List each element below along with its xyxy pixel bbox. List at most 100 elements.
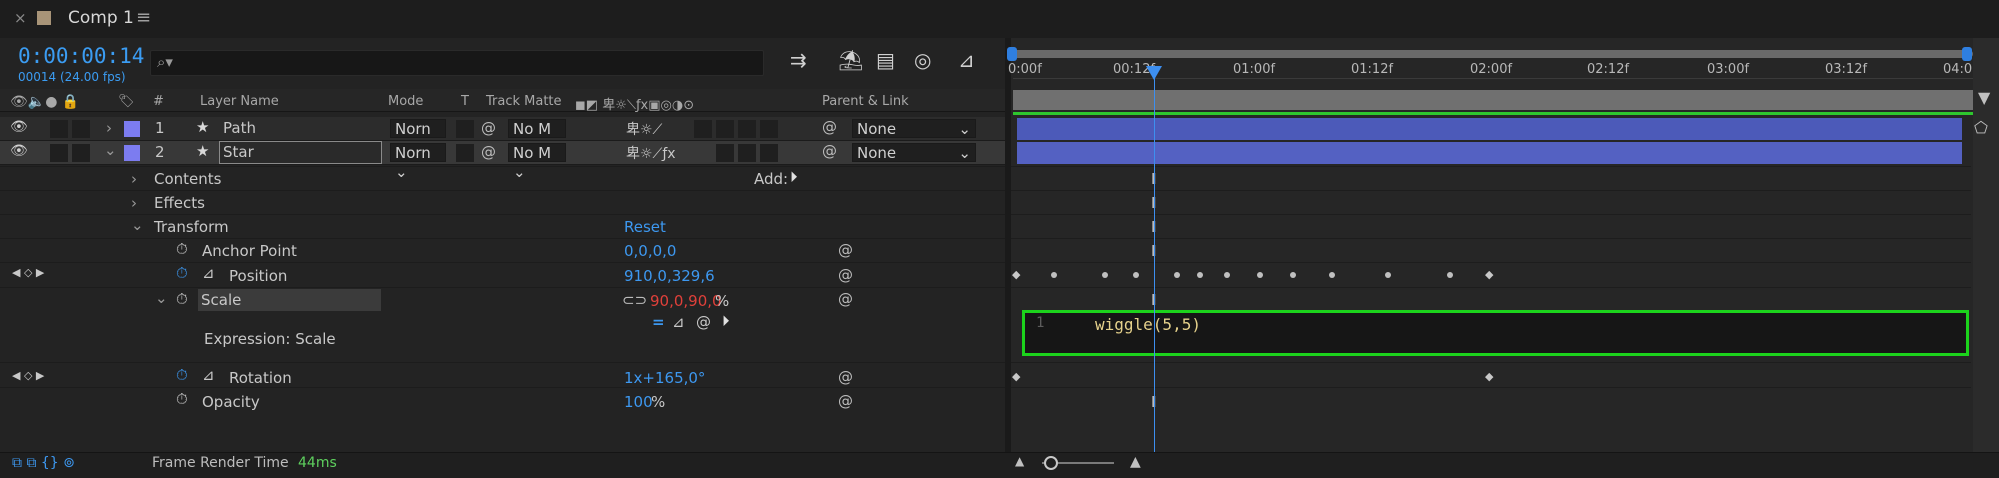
- pickwhip-icon[interactable]: @: [838, 392, 853, 410]
- track-matte-dropdown[interactable]: No M ⌄: [508, 119, 566, 157]
- blend-mode-dropdown[interactable]: Norn ⌄: [390, 143, 446, 181]
- layer-search-input[interactable]: ⌕▾: [150, 50, 764, 76]
- motion-blur-icon[interactable]: ◎: [914, 48, 931, 72]
- keyframe[interactable]: ◆: [1485, 370, 1493, 383]
- anchor-point-value[interactable]: 0,0,0,0: [624, 242, 676, 260]
- current-time-display[interactable]: 0:00:00:14: [18, 44, 144, 68]
- keyframe[interactable]: [1447, 272, 1453, 278]
- pickwhip-icon[interactable]: @: [838, 368, 853, 386]
- stopwatch-icon[interactable]: ⏱: [176, 290, 188, 308]
- collapse-chevron-icon[interactable]: ⌄: [104, 141, 117, 159]
- time-navigator-end-handle[interactable]: [1962, 47, 1972, 61]
- panel-menu-icon[interactable]: ≡: [136, 7, 151, 28]
- expression-language-menu-icon[interactable]: ⏵: [722, 312, 730, 330]
- preserve-transparency-switch[interactable]: [456, 120, 474, 138]
- matte-pickwhip-icon[interactable]: @: [481, 119, 496, 137]
- parent-pickwhip-icon[interactable]: @: [822, 118, 837, 136]
- frame-blend-switch[interactable]: [716, 144, 734, 162]
- layer-label-color[interactable]: [124, 121, 140, 137]
- composition-tab-title[interactable]: Comp 1: [68, 8, 134, 28]
- opacity-value[interactable]: 100: [624, 393, 653, 411]
- frame-blending-icon[interactable]: ▤: [876, 48, 895, 72]
- keyframe[interactable]: [1051, 272, 1057, 278]
- effects-group[interactable]: Effects: [154, 194, 205, 212]
- stopwatch-active-icon[interactable]: ⏱: [176, 264, 188, 282]
- lock-switch[interactable]: [72, 120, 90, 138]
- graph-icon[interactable]: ⊿: [202, 366, 215, 384]
- parent-dropdown[interactable]: None ⌄: [852, 143, 976, 162]
- keyframe-navigator-icons[interactable]: ◀ ◇ ▶: [12, 266, 44, 279]
- video-eye-icon[interactable]: 👁: [10, 143, 28, 159]
- scale-label[interactable]: Scale: [198, 289, 381, 311]
- expand-chevron-icon[interactable]: ›: [106, 119, 112, 137]
- keyframe[interactable]: ◆: [1012, 370, 1020, 383]
- parent-pickwhip-icon[interactable]: @: [822, 142, 837, 160]
- expression-graph-icon[interactable]: ⊿: [672, 313, 685, 331]
- layer-switches-icons[interactable]: 卑☼⟋: [626, 119, 662, 139]
- constrain-proportions-link-icon[interactable]: ⊂⊃: [622, 291, 647, 309]
- motion-blur-switch[interactable]: [738, 120, 756, 138]
- enable-expression-icon[interactable]: =: [652, 313, 665, 331]
- graph-icon[interactable]: ⊿: [202, 264, 215, 282]
- keyframe[interactable]: [1133, 272, 1139, 278]
- keyframe[interactable]: ◆: [1012, 268, 1020, 281]
- track-matte-dropdown[interactable]: No M ⌄: [508, 143, 566, 181]
- zoom-out-icon[interactable]: ▲: [1015, 454, 1024, 468]
- pickwhip-icon[interactable]: @: [838, 290, 853, 308]
- keyframe[interactable]: [1385, 272, 1391, 278]
- preserve-transparency-switch[interactable]: [456, 144, 474, 162]
- blend-mode-dropdown[interactable]: Norn ⌄: [390, 119, 446, 157]
- keyframe-navigator-icons[interactable]: ◀ ◇ ▶: [12, 369, 44, 382]
- layer-name-rename-field[interactable]: Star: [219, 141, 382, 164]
- keyframe[interactable]: [1257, 272, 1263, 278]
- work-area-end-marker-icon[interactable]: ▼: [1978, 88, 1990, 107]
- graph-editor-icon[interactable]: ⊿: [958, 48, 975, 72]
- zoom-in-icon[interactable]: ▲: [1130, 454, 1141, 470]
- close-tab-button[interactable]: ×: [14, 9, 27, 27]
- motion-blur-switch[interactable]: [738, 144, 756, 162]
- position-value[interactable]: 910,0,329,6: [624, 267, 715, 285]
- fx-switch[interactable]: [694, 120, 712, 138]
- collapse-chevron-icon[interactable]: ⌄: [131, 216, 144, 234]
- audio-switch[interactable]: [50, 120, 68, 138]
- work-area-bar[interactable]: [1013, 90, 1973, 110]
- parent-dropdown[interactable]: None ⌄: [852, 119, 976, 138]
- expression-code[interactable]: wiggle(5,5): [1095, 315, 1201, 334]
- transform-group[interactable]: Transform: [154, 218, 229, 236]
- keyframe[interactable]: ◆: [1485, 268, 1493, 281]
- expand-chevron-icon[interactable]: ›: [131, 194, 137, 212]
- keyframe[interactable]: [1197, 272, 1203, 278]
- stopwatch-icon[interactable]: ⏱: [176, 390, 188, 408]
- rotation-value[interactable]: 1x+165,0°: [624, 369, 705, 387]
- pickwhip-icon[interactable]: @: [838, 266, 853, 284]
- keyframe[interactable]: [1329, 272, 1335, 278]
- 3d-layer-switch[interactable]: [760, 120, 778, 138]
- current-time-indicator-line[interactable]: [1154, 66, 1155, 456]
- comp-marker-bin-icon[interactable]: ⬠: [1974, 118, 1988, 137]
- expand-chevron-icon[interactable]: ›: [131, 170, 137, 188]
- pickwhip-icon[interactable]: @: [838, 241, 853, 259]
- stopwatch-icon[interactable]: ⏱: [176, 240, 188, 258]
- 3d-layer-switch[interactable]: [760, 144, 778, 162]
- lock-switch[interactable]: [72, 144, 90, 162]
- collapse-chevron-icon[interactable]: ⌄: [155, 289, 168, 307]
- frame-blend-switch[interactable]: [716, 120, 734, 138]
- keyframe[interactable]: [1174, 272, 1180, 278]
- draft-3d-icon[interactable]: ⛱: [838, 48, 863, 72]
- layer-duration-bar-star[interactable]: [1017, 142, 1962, 164]
- time-navigator-start-handle[interactable]: [1007, 47, 1017, 61]
- current-time-indicator-handle[interactable]: [1146, 66, 1162, 80]
- time-navigator-bar[interactable]: [1013, 50, 1973, 58]
- keyframe[interactable]: [1224, 272, 1230, 278]
- layer-label-color[interactable]: [124, 145, 140, 161]
- layer-name[interactable]: Path: [223, 119, 256, 137]
- add-play-icon[interactable]: ⏵: [790, 168, 798, 186]
- stopwatch-active-icon[interactable]: ⏱: [176, 366, 188, 384]
- keyframe[interactable]: [1290, 272, 1296, 278]
- footer-switch-icons[interactable]: ⧉ ⧉ {} ⊚: [12, 455, 75, 471]
- composition-mini-flowchart-icon[interactable]: ⇉: [790, 48, 807, 72]
- layer-switches-icons[interactable]: 卑☼⟋ƒx: [626, 143, 676, 163]
- expression-pickwhip-icon[interactable]: @: [696, 313, 711, 331]
- contents-group[interactable]: Contents: [154, 170, 221, 188]
- keyframe[interactable]: [1102, 272, 1108, 278]
